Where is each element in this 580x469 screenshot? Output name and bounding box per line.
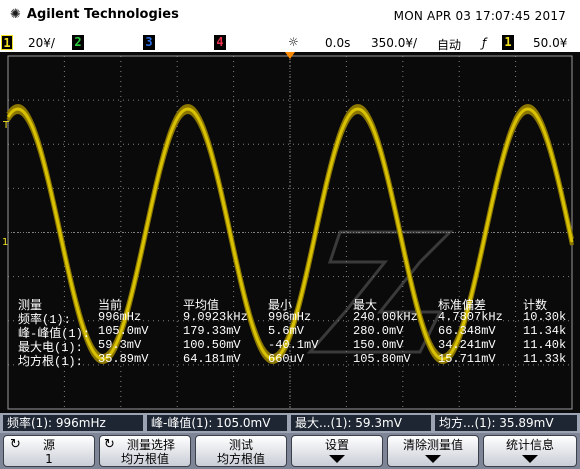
time-delay: 0.0s [325,36,351,50]
header-bar: ✺ Agilent Technologies MON APR 03 17:07:4… [0,0,580,34]
submenu-arrow-icon [425,455,441,463]
ch1-indicator[interactable]: 1 [1,35,13,50]
measure-select-line2: 均方根值 [120,452,169,466]
statistics-softkey[interactable]: 统计信息 [483,435,577,467]
ch1-scale: 20¥/ [28,36,55,50]
meas-cell: 10.30k [523,310,567,324]
trigger-mode: 自动 [437,38,462,52]
channel-status-bar: 1 20¥/ 2 3 4 ☼ 0.0s 350.0¥/ 自动 ƒ 1 50.0¥ [0,34,580,52]
meas-row-rms-label: 均方根(1): [18,355,83,369]
ch1-ground-marker: 1 [2,237,8,248]
meas-cell: 150.0mV [353,338,404,352]
waveform-screen[interactable]: T1 测量 当前 平均值 最小 最大 标准偏差 计数 频率(1): 996mHz… [0,52,580,413]
ch2-indicator[interactable]: 2 [72,35,84,50]
time-ref-icon: ☼ [288,35,299,49]
meas-cell: 4.7807kHz [438,310,503,324]
meas-cell: 9.0923kHz [183,310,248,324]
brand-logo: ✺ Agilent Technologies [10,7,179,22]
mstrip-pkpk[interactable]: 峰-峰值(1): 105.0mV [147,415,287,431]
mstrip-max[interactable]: 最大...(1): 59.3mV [291,415,431,431]
meas-cell: 34.241mV [438,338,496,352]
ch4-indicator[interactable]: 4 [214,35,226,50]
rotate-knob-icon: ↻ [104,437,115,452]
source-value: 1 [45,452,53,466]
meas-cell: 66.348mV [438,324,496,338]
settings-label: 设置 [324,438,349,452]
meas-cell: 64.181mV [183,352,241,366]
trigger-slope-icon: ƒ [482,36,487,50]
mstrip-rms[interactable]: 均方...(1): 35.89mV [435,415,577,431]
datetime: MON APR 03 17:07:45 2017 [393,9,566,23]
meas-cell: 59.3mV [98,338,142,352]
meas-cell: 35.89mV [98,352,149,366]
clear-measurements-softkey[interactable]: 清除测量值 [387,435,479,467]
meas-cell: 5.6mV [268,324,305,338]
test-line1: 测试 [228,438,253,452]
measure-select-softkey[interactable]: ↻ 测量选择 均方根值 [99,435,191,467]
meas-cell: 280.0mV [353,324,404,338]
meas-cell: 105.80mV [353,352,411,366]
meas-cell: 11.33k [523,352,567,366]
meas-cell: 11.34k [523,324,567,338]
meas-cell: 100.50mV [183,338,241,352]
meas-cell: 996mHz [268,310,312,324]
trigger-source: 1 [502,35,514,50]
agilent-spark-icon: ✺ [10,7,21,22]
rotate-knob-icon: ↻ [10,437,21,452]
trigger-level-marker: T [2,120,10,131]
test-line2: 均方根值 [216,452,265,466]
oscilloscope-display: ✺ Agilent Technologies MON APR 03 17:07:4… [0,0,580,469]
measurement-strip: 频率(1): 996mHz 峰-峰值(1): 105.0mV 最大...(1):… [0,413,580,433]
time-scale: 350.0¥/ [371,36,418,50]
meas-cell: 179.33mV [183,324,241,338]
settings-softkey[interactable]: 设置 [291,435,383,467]
clear-label: 清除测量值 [402,438,463,452]
brand-name: Agilent Technologies [26,7,179,22]
meas-cell: 660uV [268,352,305,366]
trigger-level: 50.0¥ [533,36,568,50]
source-softkey[interactable]: ↻ 源 1 [3,435,95,467]
test-softkey[interactable]: 测试 均方根值 [195,435,287,467]
submenu-arrow-icon [329,455,345,463]
softkey-bar: ↻ 源 1 ↻ 测量选择 均方根值 测试 均方根值 设置 清除测量值 统计信息 [0,433,580,469]
stats-label: 统计信息 [505,438,554,452]
meas-cell: 105.0mV [98,324,149,338]
meas-cell: -40.1mV [268,338,319,352]
ch3-indicator[interactable]: 3 [143,35,155,50]
mstrip-freq[interactable]: 频率(1): 996mHz [3,415,143,431]
meas-cell: 240.00kHz [353,310,418,324]
meas-cell: 15.711mV [438,352,496,366]
submenu-arrow-icon [522,455,538,463]
meas-cell: 996mHz [98,310,142,324]
meas-cell: 11.40k [523,338,567,352]
